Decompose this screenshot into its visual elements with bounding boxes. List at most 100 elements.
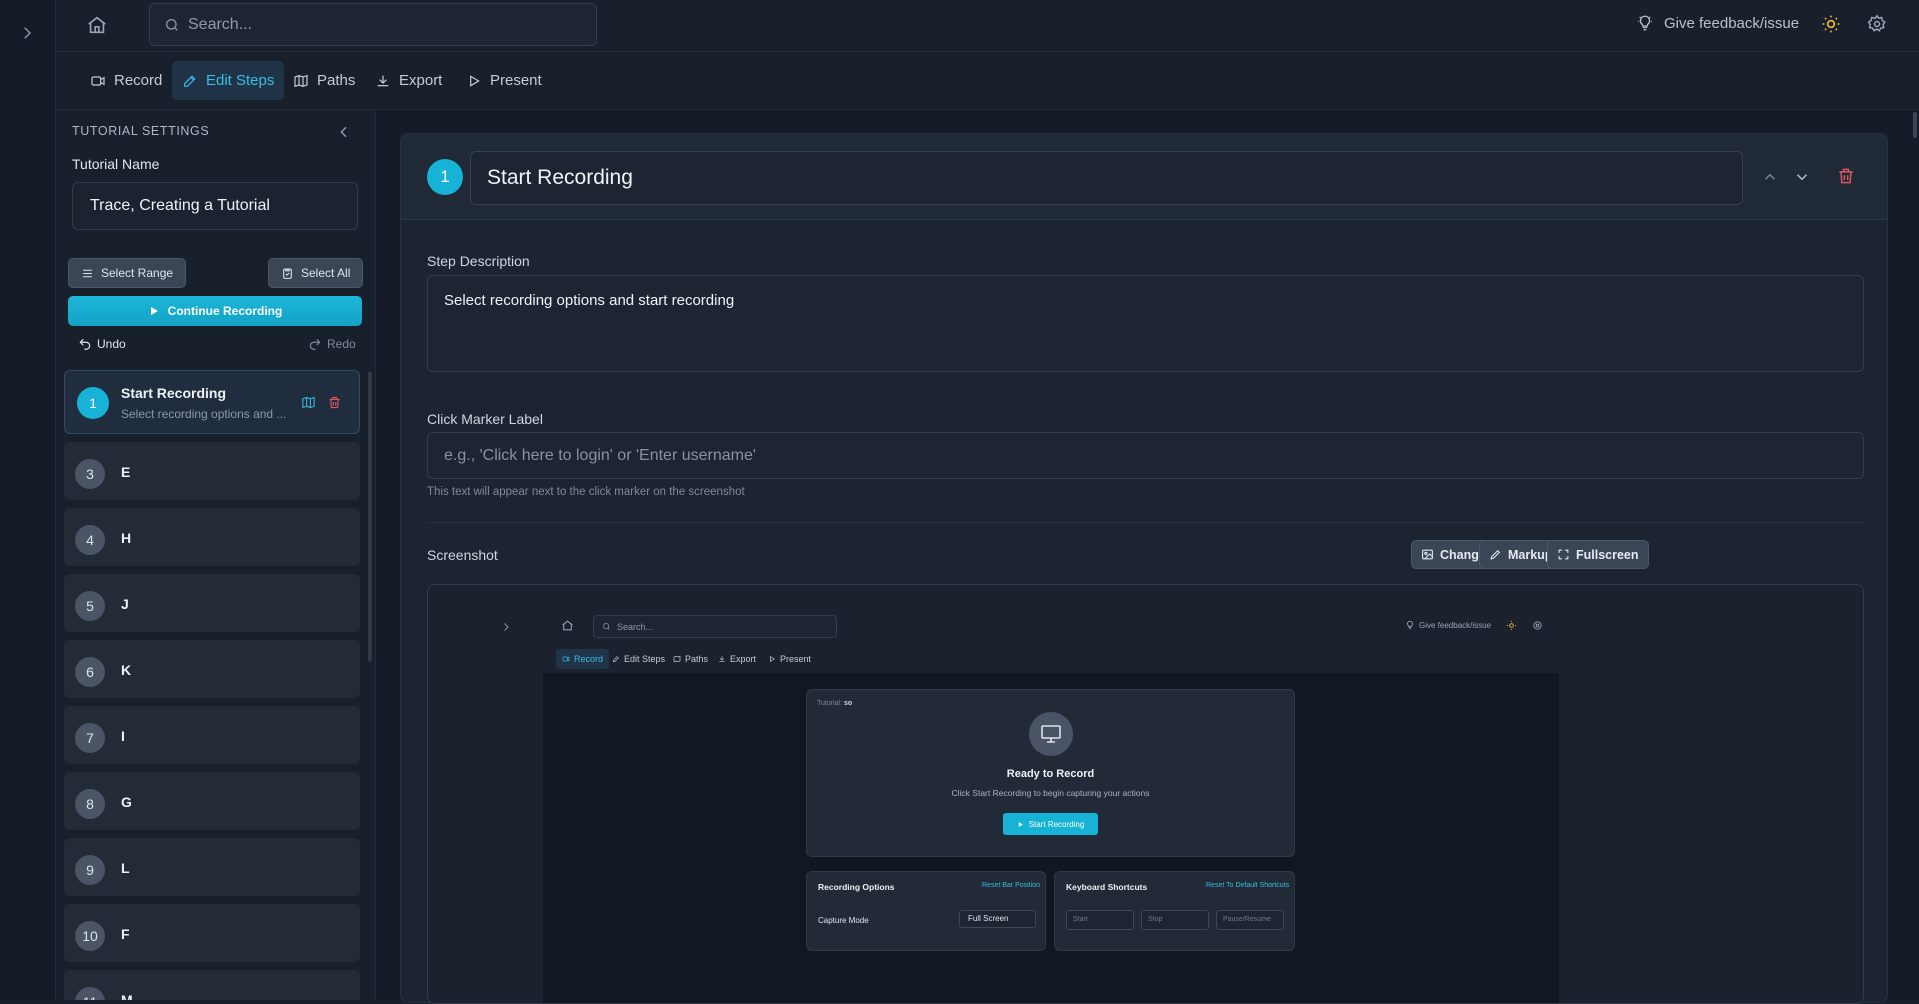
map-icon: [293, 73, 309, 89]
step-item[interactable]: 3E: [64, 442, 360, 500]
chevron-down-icon[interactable]: [1793, 168, 1811, 186]
download-icon: [718, 655, 726, 663]
step-number: 5: [75, 591, 105, 621]
trash-icon[interactable]: [1836, 166, 1856, 186]
pencil-icon: [1489, 548, 1502, 561]
search-input[interactable]: [188, 4, 588, 45]
step-item[interactable]: 5J: [64, 574, 360, 632]
edit-icon: [612, 655, 620, 663]
tab-edit-steps-label: Edit Steps: [206, 72, 275, 89]
step-number: 6: [75, 657, 105, 687]
undo-button[interactable]: Undo: [78, 337, 126, 351]
continue-recording-button[interactable]: Continue Recording: [68, 296, 362, 326]
map-icon[interactable]: [301, 395, 316, 410]
step-title: H: [121, 530, 132, 546]
step-item[interactable]: 7I: [64, 706, 360, 764]
gear-icon: [1532, 620, 1543, 631]
tab-record-label: Record: [114, 72, 163, 89]
step-item[interactable]: 11 M: [64, 970, 360, 1000]
tab-export[interactable]: Export: [365, 61, 452, 100]
ready-to-record-card: Tutorial: so Ready to Record Click Start…: [806, 689, 1295, 857]
page-scrollbar[interactable]: [1913, 112, 1917, 138]
chevron-left-icon[interactable]: [336, 124, 352, 140]
tab-record[interactable]: Record: [80, 61, 172, 100]
step-item[interactable]: 8G: [64, 772, 360, 830]
keyboard-shortcuts-card: Keyboard Shortcuts Reset To Default Shor…: [1054, 871, 1295, 951]
step-number-badge: 1: [427, 159, 463, 195]
step-number: 8: [75, 789, 105, 819]
shortcut-pause: Pause/Resume: [1216, 910, 1284, 930]
shot-tab-paths: Paths: [667, 649, 714, 669]
feedback-label: Give feedback/issue: [1664, 14, 1800, 32]
home-icon: [561, 619, 574, 632]
step-title: L: [121, 860, 130, 876]
home-icon[interactable]: [86, 14, 108, 36]
shot-tab-record: Record: [556, 649, 610, 669]
select-all-button[interactable]: Select All: [268, 258, 364, 288]
step-title: G: [121, 794, 132, 810]
download-icon: [375, 73, 391, 89]
select-range-button[interactable]: Select Range: [68, 258, 187, 288]
feedback-button[interactable]: Give feedback/issue: [1636, 14, 1799, 32]
play-icon: [466, 73, 482, 89]
chevron-right-icon[interactable]: [18, 24, 36, 42]
step-title: F: [121, 926, 130, 942]
redo-button[interactable]: Redo: [308, 337, 356, 351]
tutorial-name-input[interactable]: Trace, Creating a Tutorial: [72, 182, 358, 230]
shot-tab-label: Record: [574, 654, 604, 664]
fullscreen-label: Fullscreen: [1576, 547, 1639, 562]
step-list-scrollbar[interactable]: [368, 372, 372, 662]
monitor-icon: [1029, 712, 1073, 756]
step-number: 1: [77, 387, 109, 419]
shot-feedback: Give feedback/issue: [1405, 620, 1491, 630]
undo-icon: [78, 337, 92, 351]
capture-mode-select: Full Screen: [959, 910, 1036, 928]
video-icon: [562, 655, 570, 663]
redo-label: Redo: [327, 337, 356, 351]
screenshot-image: Search... Give feedback/issue Record Edi…: [428, 585, 1863, 1003]
step-item[interactable]: 1 Start Recording Select recording optio…: [64, 370, 360, 434]
continue-recording-label: Continue Recording: [167, 304, 283, 318]
click-marker-input[interactable]: e.g., 'Click here to login' or 'Enter us…: [427, 432, 1864, 479]
click-marker-hint: This text will appear next to the click …: [427, 486, 745, 498]
search-box[interactable]: [149, 3, 597, 46]
step-item[interactable]: 4H: [64, 508, 360, 566]
shot-start-label: Start Recording: [1028, 819, 1085, 829]
screenshot-preview[interactable]: Search... Give feedback/issue Record Edi…: [427, 584, 1864, 1004]
fullscreen-button[interactable]: Fullscreen: [1547, 540, 1649, 569]
search-icon: [164, 17, 180, 33]
step-item[interactable]: 10 F: [64, 904, 360, 962]
step-item[interactable]: 9L: [64, 838, 360, 896]
shot-tab-export: Export: [712, 649, 762, 669]
step-title: M: [121, 992, 133, 1000]
step-title: I: [121, 728, 125, 744]
step-list: 1 Start Recording Select recording optio…: [64, 370, 360, 1000]
step-description-textarea[interactable]: Select recording options and start recor…: [427, 275, 1864, 372]
chevron-up-icon[interactable]: [1761, 168, 1779, 186]
reset-shortcuts-link: Reset To Default Shortcuts: [1206, 882, 1290, 889]
trash-icon[interactable]: [327, 395, 342, 410]
reset-bar-link: Reset Bar Position: [982, 882, 1040, 889]
shot-tutorial-name: Tutorial: so: [817, 700, 852, 707]
tab-export-label: Export: [399, 72, 443, 89]
tab-paths[interactable]: Paths: [283, 61, 365, 100]
image-icon: [1421, 548, 1434, 561]
shot-start-recording-button: Start Recording: [1003, 813, 1098, 835]
sun-icon[interactable]: [1821, 14, 1841, 34]
play-icon: [1017, 821, 1024, 828]
sun-icon: [1506, 620, 1517, 631]
tab-present[interactable]: Present: [456, 61, 552, 100]
step-item[interactable]: 6K: [64, 640, 360, 698]
left-rail: [0, 0, 56, 1000]
step-title-input[interactable]: Start Recording: [470, 151, 1743, 205]
sidebar-title: TUTORIAL SETTINGS: [72, 124, 210, 138]
step-title: J: [121, 596, 129, 612]
play-icon: [148, 305, 160, 317]
shot-feedback-label: Give feedback/issue: [1419, 620, 1492, 630]
shot-tab-label: Present: [780, 654, 812, 664]
shortcuts-title: Keyboard Shortcuts: [1066, 882, 1148, 892]
shot-tabs: Record Edit Steps Paths Export Present: [543, 646, 1559, 673]
step-number: 3: [75, 459, 105, 489]
gear-icon[interactable]: [1867, 14, 1887, 34]
tab-edit-steps[interactable]: Edit Steps: [172, 61, 285, 100]
